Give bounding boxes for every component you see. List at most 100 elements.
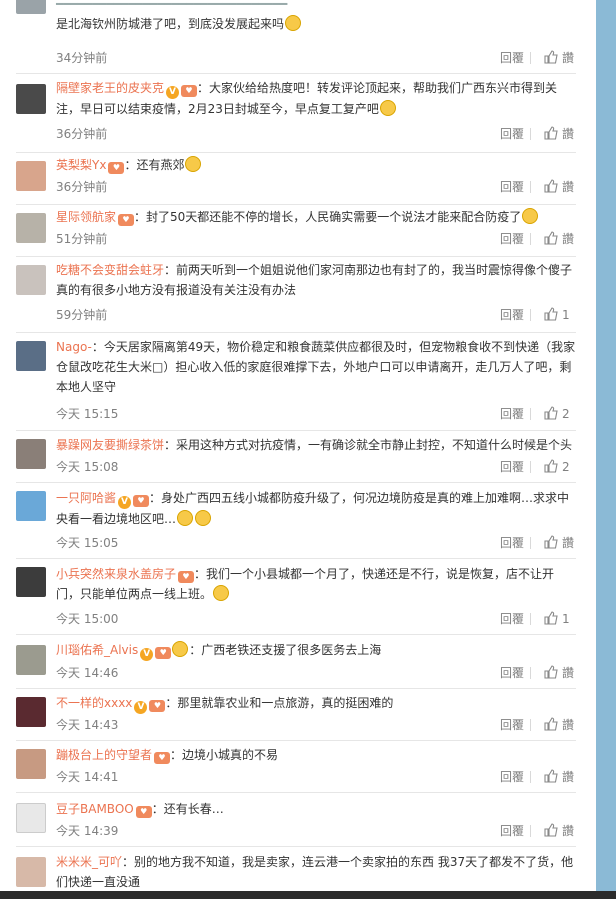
username-link[interactable]: 一只阿哈酱 [56, 491, 116, 505]
avatar[interactable] [16, 645, 46, 675]
reply-button[interactable]: 回覆 [500, 231, 524, 247]
username-link[interactable]: 豆子BAMBOO [56, 802, 134, 816]
username-link[interactable]: 蹦极台上的守望者 [56, 748, 152, 762]
avatar[interactable] [16, 697, 46, 727]
comment-time: 36分钟前 [56, 180, 108, 194]
comment-item: 小兵突然来泉水盖房子 ♥ ：我们一个小县城都一个月了，快递还是不行，说是恢复，店不让… [0, 559, 596, 635]
avatar[interactable] [16, 161, 46, 191]
avatar[interactable] [16, 749, 46, 779]
comment-time: 今天 14:43 [56, 718, 119, 732]
like-button[interactable]: 讚 [544, 50, 574, 66]
comment-item: 川瑙佑希_Alvis V ♥ ：广西老铁还支援了很多医务去上海 今天 14:46 回覆… [0, 635, 596, 689]
like-button[interactable]: 讚 [544, 823, 574, 839]
reply-button[interactable]: 回覆 [500, 665, 524, 681]
username-link[interactable]: 川瑙佑希_Alvis [56, 643, 138, 657]
comment-text: 英梨梨Yx ♥ ：还有燕郊 [56, 155, 576, 175]
like-button[interactable]: 讚 [544, 535, 574, 551]
verified-badge-icon: V [140, 648, 154, 661]
like-button[interactable]: 2 [544, 406, 570, 422]
like-count: 1 [562, 612, 570, 626]
like-button[interactable]: 讚 [544, 126, 574, 142]
level-badge-icon: ♥ [155, 647, 172, 659]
comment-content: 是北海钦州防城港了吧，到底没发展起来吗 [56, 17, 285, 31]
like-button[interactable]: 讚 [544, 231, 574, 247]
username-link[interactable]: 小兵突然来泉水盖房子 [56, 567, 176, 581]
avatar[interactable] [16, 213, 46, 243]
username-link[interactable]: 暴躁网友要撕绿茶饼 [56, 438, 164, 452]
comment-time: 今天 14:46 [56, 666, 119, 680]
reply-button[interactable]: 回覆 [500, 307, 524, 323]
divider [530, 128, 531, 140]
like-button[interactable]: 讚 [544, 665, 574, 681]
avatar[interactable] [16, 265, 46, 295]
reply-button[interactable]: 回覆 [500, 535, 524, 551]
taskbar [0, 891, 616, 899]
scrollbar[interactable] [596, 0, 616, 891]
level-badge-icon: ♥ [149, 700, 166, 712]
comment-time: 今天 15:08 [56, 460, 119, 474]
username-link[interactable]: 吃糖不会变甜会蛀牙 [56, 263, 164, 277]
level-badge-icon: ♥ [108, 162, 125, 174]
comment-content: ：采用这种方式对抗疫情，一有确诊就全市静止封控，不知道什么时候是个头 [164, 438, 573, 452]
avatar[interactable] [16, 439, 46, 469]
divider [530, 719, 531, 731]
reply-button[interactable]: 回覆 [500, 459, 524, 475]
comment-item: Nago-：今天居家隔离第49天，物价稳定和粮食蔬菜供应都很及时，但宠物粮食收不… [0, 333, 596, 431]
comment-item: 蹦极台上的守望者 ♥ ：边境小城真的不易 今天 14:41 回覆 讚 [0, 741, 596, 793]
username-link[interactable]: 英梨梨Yx [56, 158, 106, 172]
comment-time: 今天 15:00 [56, 612, 119, 626]
avatar[interactable] [16, 341, 46, 371]
crying-emoji-icon [195, 510, 212, 526]
like-button[interactable]: 1 [544, 611, 570, 627]
like-button[interactable]: 2 [544, 459, 570, 475]
username-link[interactable]: 不一样的xxxx [56, 696, 132, 710]
username-link[interactable]: 星际领航家 [56, 210, 116, 224]
thumbs-up-icon [544, 665, 558, 679]
thumbs-up-icon [544, 769, 558, 783]
comment-text: 暴躁网友要撕绿茶饼：采用这种方式对抗疫情，一有确诊就全市静止封控，不知道什么时候… [56, 435, 576, 455]
comment-content: ：封了50天都还能不停的增长，人民确实需要一个说法才能来配合防疫了 [134, 210, 522, 224]
username-link[interactable]: Nago- [56, 340, 92, 354]
comment-text: 不一样的xxxx V ♥ ：那里就靠农业和一点旅游，真的挺困难的 [56, 693, 576, 714]
comment-text: 川瑙佑希_Alvis V ♥ ：广西老铁还支援了很多医务去上海 [56, 640, 576, 661]
avatar[interactable] [16, 0, 46, 14]
username-link[interactable]: 米米米_可吖 [56, 855, 122, 869]
like-button[interactable]: 讚 [544, 769, 574, 785]
comment-text: 星际领航家 ♥ ：封了50天都还能不停的增长，人民确实需要一个说法才能来配合防疫了 [56, 207, 576, 227]
like-count: 讚 [562, 127, 575, 141]
reply-button[interactable]: 回覆 [500, 179, 524, 195]
comment-text: 豆子BAMBOO ♥ ：还有长春… [56, 799, 576, 819]
verified-badge-icon: V [118, 496, 132, 509]
avatar[interactable] [16, 84, 46, 114]
divider [530, 771, 531, 783]
level-badge-icon: ♥ [118, 214, 135, 226]
like-button[interactable]: 讚 [544, 717, 574, 733]
comment-item: ━━━━━━━━━━━━━━━━━━━━━━━━━━━━━━━━ 是北海钦州防城… [0, 0, 596, 74]
divider [530, 825, 531, 837]
like-count: 讚 [562, 180, 575, 194]
reply-button[interactable]: 回覆 [500, 769, 524, 785]
like-button[interactable]: 1 [544, 307, 570, 323]
smile-emoji-icon [172, 641, 189, 657]
reply-button[interactable]: 回覆 [500, 406, 524, 422]
comment-item: 英梨梨Yx ♥ ：还有燕郊 36分钟前 回覆 讚 [0, 153, 596, 205]
username-link[interactable]: 隔壁家老王的皮夹克 [56, 81, 164, 95]
level-badge-icon: ♥ [135, 806, 152, 818]
avatar[interactable] [16, 803, 46, 833]
comment-text: ━━━━━━━━━━━━━━━━━━━━━━━━━━━━━━━━ 是北海钦州防城… [56, 0, 576, 34]
divider [530, 613, 531, 625]
reply-button[interactable]: 回覆 [500, 823, 524, 839]
reply-button[interactable]: 回覆 [500, 717, 524, 733]
avatar[interactable] [16, 567, 46, 597]
thumbs-up-icon [544, 406, 558, 420]
reply-button[interactable]: 回覆 [500, 126, 524, 142]
comment-item: 米米米_可吖：别的地方我不知道，我是卖家，连云港一个卖家拍的东西 我37天了都发… [0, 847, 596, 891]
like-button[interactable]: 讚 [544, 179, 574, 195]
comment-item: 豆子BAMBOO ♥ ：还有长春… 今天 14:39 回覆 讚 [0, 793, 596, 847]
comment-text: 小兵突然来泉水盖房子 ♥ ：我们一个小县城都一个月了，快递还是不行，说是恢复，店不让… [56, 564, 576, 604]
reply-button[interactable]: 回覆 [500, 50, 524, 66]
avatar[interactable] [16, 491, 46, 521]
reply-button[interactable]: 回覆 [500, 611, 524, 627]
avatar[interactable] [16, 857, 46, 887]
comment-time: 51分钟前 [56, 232, 108, 246]
